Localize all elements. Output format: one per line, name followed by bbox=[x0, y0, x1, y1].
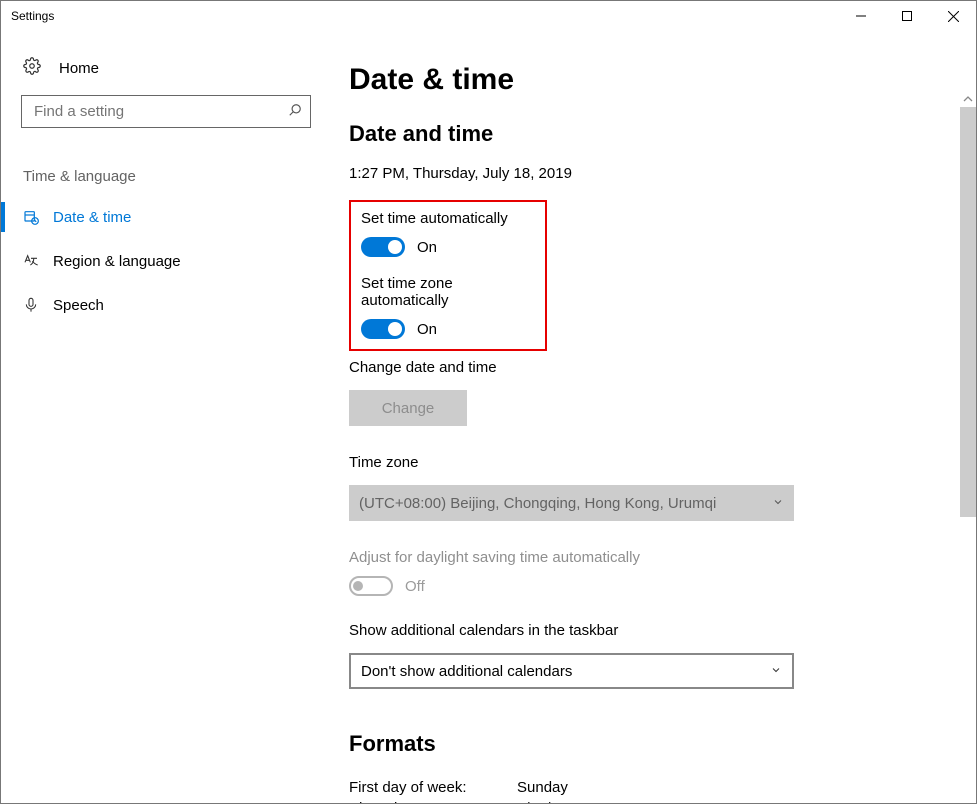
change-date-time-label: Change date and time bbox=[349, 359, 976, 376]
chevron-down-icon bbox=[772, 495, 784, 512]
mic-icon bbox=[23, 297, 53, 313]
set-time-auto-label: Set time automatically bbox=[361, 210, 531, 227]
sidebar-category: Time & language bbox=[1, 128, 321, 195]
current-datetime: 1:27 PM, Thursday, July 18, 2019 bbox=[349, 165, 976, 182]
window-title: Settings bbox=[11, 9, 838, 23]
sidebar: Home Time & language Date & time Reg bbox=[1, 31, 321, 803]
close-button[interactable] bbox=[930, 1, 976, 31]
highlight-box: Set time automatically On Set time zone … bbox=[349, 200, 547, 351]
sidebar-item-label: Region & language bbox=[53, 253, 181, 270]
additional-calendars-label: Show additional calendars in the taskbar bbox=[349, 622, 976, 639]
set-time-auto-state: On bbox=[417, 239, 437, 256]
sidebar-item-label: Date & time bbox=[53, 209, 131, 226]
section-date-and-time: Date and time bbox=[349, 121, 976, 147]
minimize-button[interactable] bbox=[838, 1, 884, 31]
home-link[interactable]: Home bbox=[1, 57, 321, 95]
timezone-label: Time zone bbox=[349, 454, 976, 471]
first-day-value: Sunday bbox=[517, 779, 568, 796]
scrollbar[interactable] bbox=[960, 91, 976, 803]
dst-label: Adjust for daylight saving time automati… bbox=[349, 549, 976, 566]
timezone-value: (UTC+08:00) Beijing, Chongqing, Hong Kon… bbox=[359, 495, 716, 512]
gear-icon bbox=[23, 57, 41, 79]
set-time-auto-toggle[interactable] bbox=[361, 237, 405, 257]
sidebar-item-date-time[interactable]: Date & time bbox=[1, 195, 321, 239]
set-tz-auto-state: On bbox=[417, 321, 437, 338]
first-day-label: First day of week: bbox=[349, 779, 517, 796]
section-formats: Formats bbox=[349, 731, 976, 757]
set-tz-auto-toggle[interactable] bbox=[361, 319, 405, 339]
dst-state: Off bbox=[405, 578, 425, 595]
maximize-button[interactable] bbox=[884, 1, 930, 31]
home-label: Home bbox=[59, 60, 99, 77]
short-date-value: 7/18/2019 bbox=[517, 800, 584, 803]
sidebar-item-region-language[interactable]: Region & language bbox=[1, 239, 321, 283]
additional-calendars-value: Don't show additional calendars bbox=[361, 663, 572, 680]
dst-toggle bbox=[349, 576, 393, 596]
main-content: Date & time Date and time 1:27 PM, Thurs… bbox=[321, 31, 976, 803]
additional-calendars-select[interactable]: Don't show additional calendars bbox=[349, 653, 794, 689]
change-button[interactable]: Change bbox=[349, 390, 467, 426]
set-tz-auto-label: Set time zone automatically bbox=[361, 275, 531, 309]
language-icon bbox=[23, 253, 53, 269]
short-date-label: Short date: bbox=[349, 800, 517, 803]
scroll-thumb[interactable] bbox=[960, 107, 976, 517]
sidebar-item-label: Speech bbox=[53, 297, 104, 314]
calendar-clock-icon bbox=[23, 209, 53, 225]
search-field[interactable] bbox=[32, 102, 288, 121]
sidebar-item-speech[interactable]: Speech bbox=[1, 283, 321, 327]
page-title: Date & time bbox=[349, 63, 976, 97]
chevron-down-icon bbox=[770, 663, 782, 680]
scroll-up-icon[interactable] bbox=[960, 91, 976, 107]
search-icon bbox=[288, 103, 302, 120]
timezone-select[interactable]: (UTC+08:00) Beijing, Chongqing, Hong Kon… bbox=[349, 485, 794, 521]
search-input[interactable] bbox=[21, 95, 311, 128]
